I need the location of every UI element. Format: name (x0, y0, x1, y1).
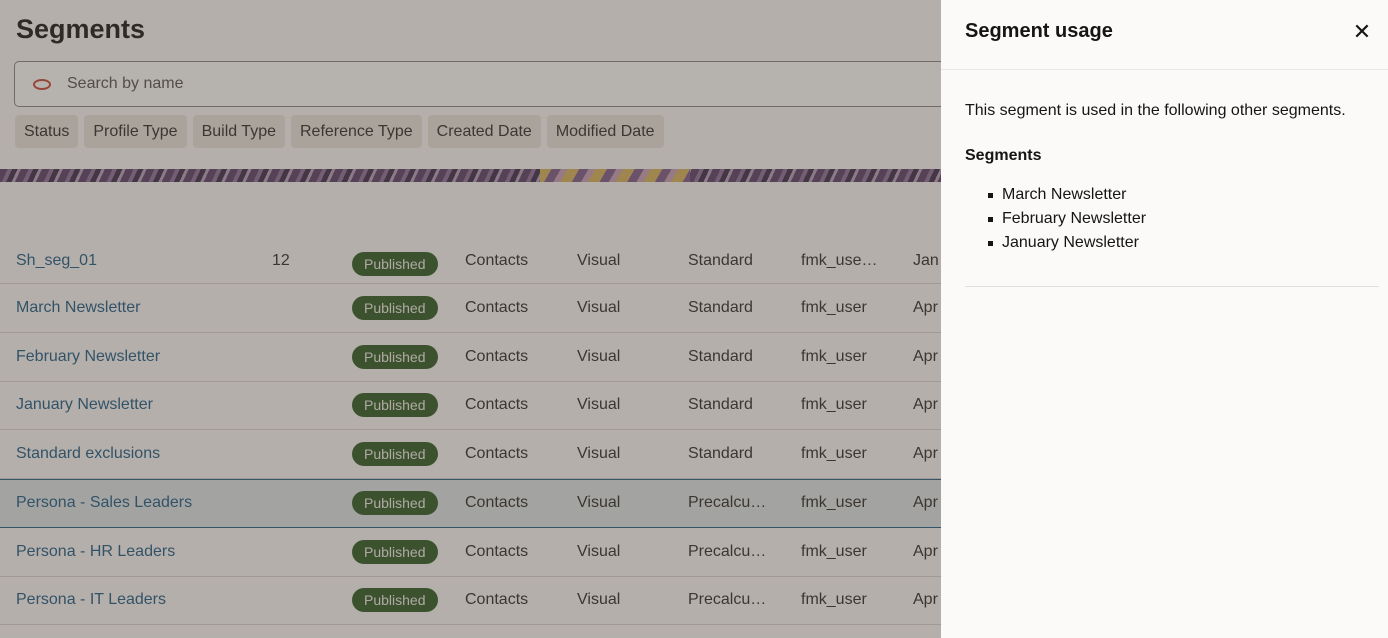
list-item: January Newsletter (965, 231, 1146, 255)
panel-divider (965, 286, 1379, 287)
modal-overlay[interactable] (0, 0, 941, 638)
panel-header: Segment usage ✕ (941, 0, 1388, 70)
list-item: March Newsletter (965, 183, 1146, 207)
segment-usage-panel: Segment usage ✕ This segment is used in … (941, 0, 1388, 638)
list-item-label: January Newsletter (1002, 234, 1139, 251)
list-item: February Newsletter (965, 207, 1146, 231)
close-icon[interactable]: ✕ (1349, 19, 1375, 45)
panel-subheading: Segments (965, 147, 1042, 164)
list-item-label: March Newsletter (1002, 186, 1127, 203)
segment-usage-list: March Newsletter February Newsletter Janua… (965, 183, 1146, 255)
panel-description: This segment is used in the following ot… (965, 102, 1346, 119)
panel-title: Segment usage (965, 20, 1113, 42)
segments-page: Segments Search by name Status Profile T… (0, 0, 941, 638)
bullet-icon (988, 192, 993, 198)
list-item-label: February Newsletter (1002, 210, 1147, 227)
bullet-icon (988, 240, 993, 246)
bullet-icon (988, 216, 993, 222)
